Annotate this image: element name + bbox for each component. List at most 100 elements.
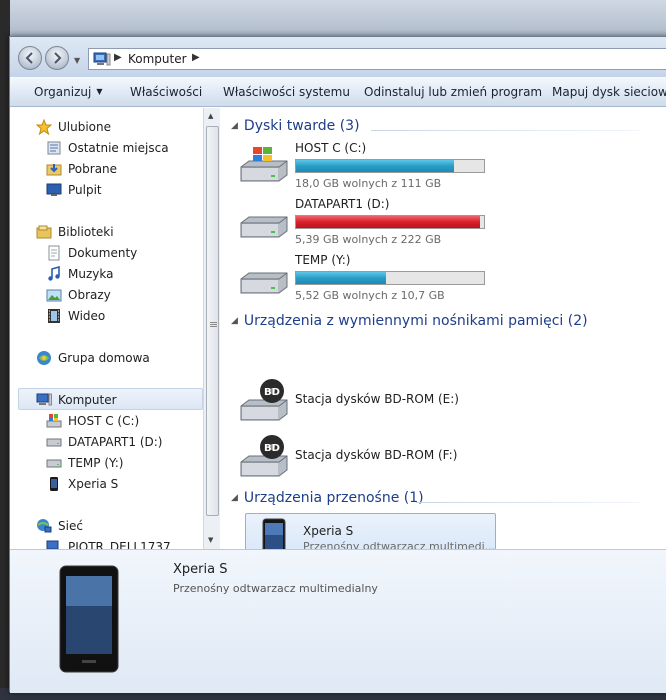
- recent-pages-dropdown[interactable]: ▼: [74, 56, 80, 65]
- homegroup-icon: [37, 351, 51, 365]
- computer-icon: [93, 52, 111, 66]
- sidebar-label: Dokumenty: [68, 246, 138, 260]
- arrow-right-icon: [54, 52, 62, 64]
- collapse-triangle-icon[interactable]: ◢: [231, 493, 238, 503]
- hard-drive-icon: [240, 216, 288, 238]
- download-folder-icon: [46, 164, 62, 176]
- group-title: Dyski twarde (3): [243, 118, 360, 134]
- sidebar-label: Pobrane: [68, 162, 118, 176]
- sidebar-item-homegroup[interactable]: Grupa domowa: [36, 349, 150, 367]
- collapse-triangle-icon[interactable]: ◢: [231, 121, 238, 131]
- properties-button[interactable]: Właściwości: [130, 85, 202, 99]
- sidebar-item-network-pc[interactable]: PIOTR_DELL1737: [46, 538, 171, 549]
- content-pane: ◢ Dyski twarde (3) HOST C (C:) 18,0 GB wo…: [221, 108, 666, 564]
- drive-item[interactable]: DATAPART1 (D:) 5,39 GB wolnych z 222 GB: [239, 197, 499, 251]
- windows-drive-icon: [240, 147, 288, 182]
- bd-badge-label: BD: [264, 387, 280, 398]
- grip-icon: [210, 322, 217, 327]
- scroll-up-icon[interactable]: ▲: [208, 112, 213, 120]
- navigation-scrollbar[interactable]: ▲ ▼: [203, 108, 220, 549]
- arrow-left-icon: [25, 52, 33, 64]
- capacity-fill: [296, 272, 387, 284]
- sidebar-label: DATAPART1 (D:): [68, 435, 163, 449]
- capacity-fill: [296, 216, 481, 228]
- desktop-icon: [46, 183, 62, 196]
- scroll-down-icon[interactable]: ▼: [208, 536, 213, 544]
- sidebar-item-host-c[interactable]: HOST C (C:): [46, 412, 139, 430]
- sidebar-label: Obrazy: [68, 288, 111, 302]
- capacity-fill: [296, 160, 454, 172]
- collapse-triangle-icon[interactable]: ◢: [231, 316, 238, 326]
- system-properties-button[interactable]: Właściwości systemu: [223, 85, 350, 99]
- drive-item[interactable]: TEMP (Y:) 5,52 GB wolnych z 10,7 GB: [239, 253, 499, 307]
- sidebar-item-xperia[interactable]: Xperia S: [46, 475, 118, 493]
- sidebar-label: Ulubione: [58, 120, 112, 134]
- group-header-hard-drives[interactable]: ◢ Dyski twarde (3): [231, 118, 360, 134]
- drive-name: TEMP (Y:): [295, 253, 351, 267]
- hard-drive-icon: [240, 272, 288, 294]
- bd-badge-label: BD: [264, 443, 280, 454]
- sidebar-item-favorites[interactable]: Ulubione: [36, 118, 111, 136]
- sidebar-item-temp[interactable]: TEMP (Y:): [46, 454, 123, 472]
- drive-name: Stacja dysków BD-ROM (E:): [295, 392, 459, 406]
- details-pane: Xperia S Przenośny odtwarzacz multimedia…: [10, 549, 666, 693]
- group-header-portable[interactable]: ◢ Urządzenia przenośne (1): [231, 490, 424, 506]
- back-button[interactable]: [18, 46, 42, 70]
- sidebar-item-downloads[interactable]: Pobrane: [46, 160, 117, 178]
- navigation-pane: Ulubione Ostatnie miejsca Pobrane Pulpit…: [10, 108, 203, 549]
- capacity-bar: [295, 215, 485, 229]
- sidebar-item-computer[interactable]: Komputer: [36, 391, 117, 409]
- organize-button[interactable]: Organizuj ▼: [34, 85, 102, 99]
- sidebar-item-music[interactable]: Muzyka: [46, 265, 113, 283]
- drive-item[interactable]: HOST C (C:) 18,0 GB wolnych z 111 GB: [239, 141, 499, 195]
- libraries-icon: [36, 225, 52, 239]
- sidebar-label: Biblioteki: [58, 225, 114, 239]
- documents-icon: [48, 245, 60, 261]
- group-divider: [416, 502, 641, 503]
- map-network-drive-button[interactable]: Mapuj dysk sieciowy: [552, 85, 666, 99]
- breadcrumb-computer[interactable]: Komputer: [128, 52, 187, 66]
- sidebar-label: HOST C (C:): [68, 414, 140, 428]
- system-drive-icon: [46, 414, 62, 428]
- explorer-window: ▼ ▶ Komputer ▶ Organizuj ▼ Właściwości Wł…: [9, 36, 666, 693]
- forward-button[interactable]: [45, 46, 69, 70]
- sidebar-item-network[interactable]: Sieć: [36, 517, 83, 535]
- sidebar-item-recent[interactable]: Ostatnie miejsca: [46, 139, 169, 157]
- computer-icon: [46, 540, 59, 549]
- hard-drive-icon: [46, 459, 62, 468]
- sidebar-item-pictures[interactable]: Obrazy: [46, 286, 111, 304]
- details-device-name: Xperia S: [173, 562, 228, 577]
- music-note-icon: [48, 266, 60, 281]
- network-icon: [37, 519, 52, 533]
- sidebar-item-desktop[interactable]: Pulpit: [46, 181, 102, 199]
- group-header-removable[interactable]: ◢ Urządzenia z wymiennymi nośnikami pamię…: [231, 313, 588, 329]
- sidebar-label: TEMP (Y:): [68, 456, 124, 470]
- sidebar-item-video[interactable]: Wideo: [46, 307, 105, 325]
- sidebar-label: Pulpit: [68, 183, 102, 197]
- capacity-bar: [295, 271, 485, 285]
- chevron-down-icon: ▼: [96, 87, 103, 96]
- drive-free-space: 5,39 GB wolnych z 222 GB: [295, 233, 442, 246]
- optical-drive-item[interactable]: BD Stacja dysków BD-ROM (F:): [239, 430, 499, 484]
- phone-icon: [50, 477, 58, 491]
- sidebar-item-datapart1[interactable]: DATAPART1 (D:): [46, 433, 162, 451]
- breadcrumb-separator[interactable]: ▶: [192, 52, 200, 63]
- hard-drive-icon: [46, 438, 62, 447]
- sidebar-label: Grupa domowa: [58, 351, 150, 365]
- sidebar-item-documents[interactable]: Dokumenty: [46, 244, 137, 262]
- optical-drive-item[interactable]: BD Stacja dysków BD-ROM (E:): [239, 374, 499, 428]
- group-divider: [371, 130, 641, 131]
- video-icon: [48, 309, 60, 323]
- bd-rom-drive-icon: BD: [240, 435, 288, 477]
- sidebar-item-libraries[interactable]: Biblioteki: [36, 223, 114, 241]
- uninstall-program-button[interactable]: Odinstaluj lub zmień program: [364, 85, 542, 99]
- computer-icon: [36, 393, 52, 406]
- star-icon: [36, 119, 52, 135]
- device-name: Xperia S: [303, 524, 354, 538]
- breadcrumb-separator[interactable]: ▶: [114, 52, 122, 63]
- drive-name: Stacja dysków BD-ROM (F:): [295, 448, 458, 462]
- organize-label: Organizuj: [34, 85, 92, 99]
- address-bar[interactable]: ▶ Komputer ▶: [88, 48, 666, 70]
- phone-large-icon: [59, 565, 119, 673]
- scroll-thumb[interactable]: [206, 126, 219, 516]
